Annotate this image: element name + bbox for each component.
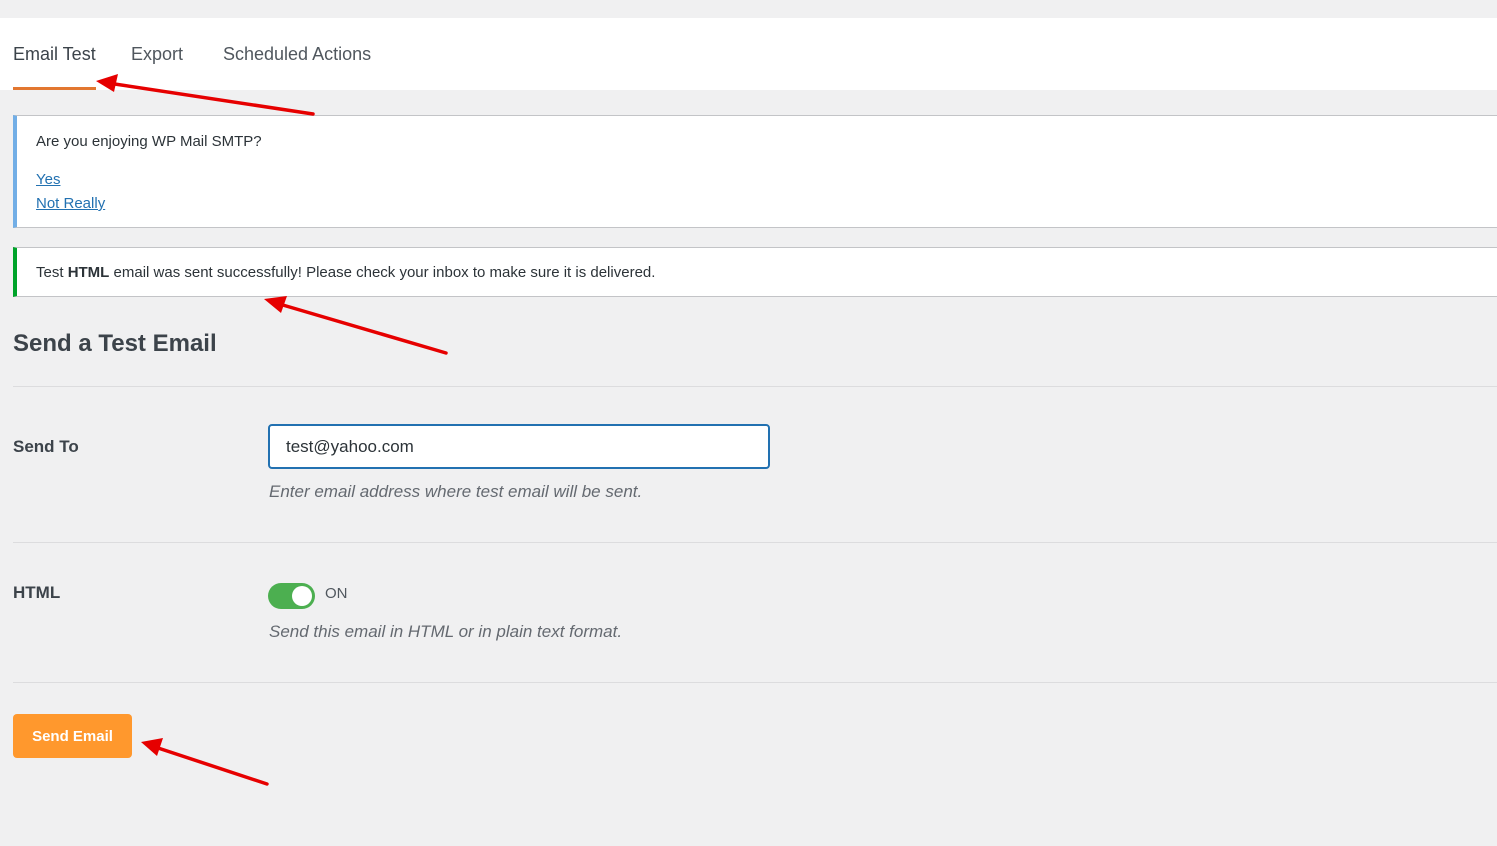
divider — [13, 386, 1497, 387]
tab-email-test[interactable]: Email Test — [13, 18, 96, 90]
html-toggle-state: ON — [325, 585, 348, 602]
annotation-arrow-notice — [274, 301, 448, 355]
review-not-really-link[interactable]: Not Really — [36, 195, 105, 212]
send-to-input[interactable] — [268, 424, 770, 469]
success-message-bold: HTML — [67, 264, 110, 281]
toggle-knob — [292, 586, 312, 606]
tab-scheduled-actions[interactable]: Scheduled Actions — [223, 18, 371, 90]
success-notice: Test HTML email was sent successfully! P… — [13, 247, 1497, 297]
page-title: Send a Test Email — [13, 330, 217, 357]
review-yes-link[interactable]: Yes — [36, 171, 60, 188]
success-message-suffix: email was sent successfully! Please chec… — [109, 264, 656, 281]
tab-bar: Email Test Export Scheduled Actions — [0, 18, 1497, 90]
html-label: HTML — [13, 583, 61, 602]
divider — [13, 542, 1497, 543]
annotation-arrow-button — [150, 744, 269, 786]
send-to-description: Enter email address where test email wil… — [269, 482, 643, 501]
tab-export[interactable]: Export — [131, 18, 183, 90]
review-question: Are you enjoying WP Mail SMTP? — [36, 133, 262, 150]
send-email-button[interactable]: Send Email — [13, 714, 132, 758]
divider — [13, 682, 1497, 683]
html-toggle[interactable] — [268, 583, 315, 609]
html-description: Send this email in HTML or in plain text… — [269, 622, 623, 641]
annotation-arrowhead-notice — [264, 296, 287, 313]
review-notice: Are you enjoying WP Mail SMTP? Yes Not R… — [13, 115, 1497, 228]
success-message: Test HTML email was sent successfully! P… — [36, 264, 655, 281]
annotation-arrowhead-button — [141, 738, 163, 756]
send-to-label: Send To — [13, 437, 79, 456]
success-message-prefix: Test — [36, 264, 68, 281]
